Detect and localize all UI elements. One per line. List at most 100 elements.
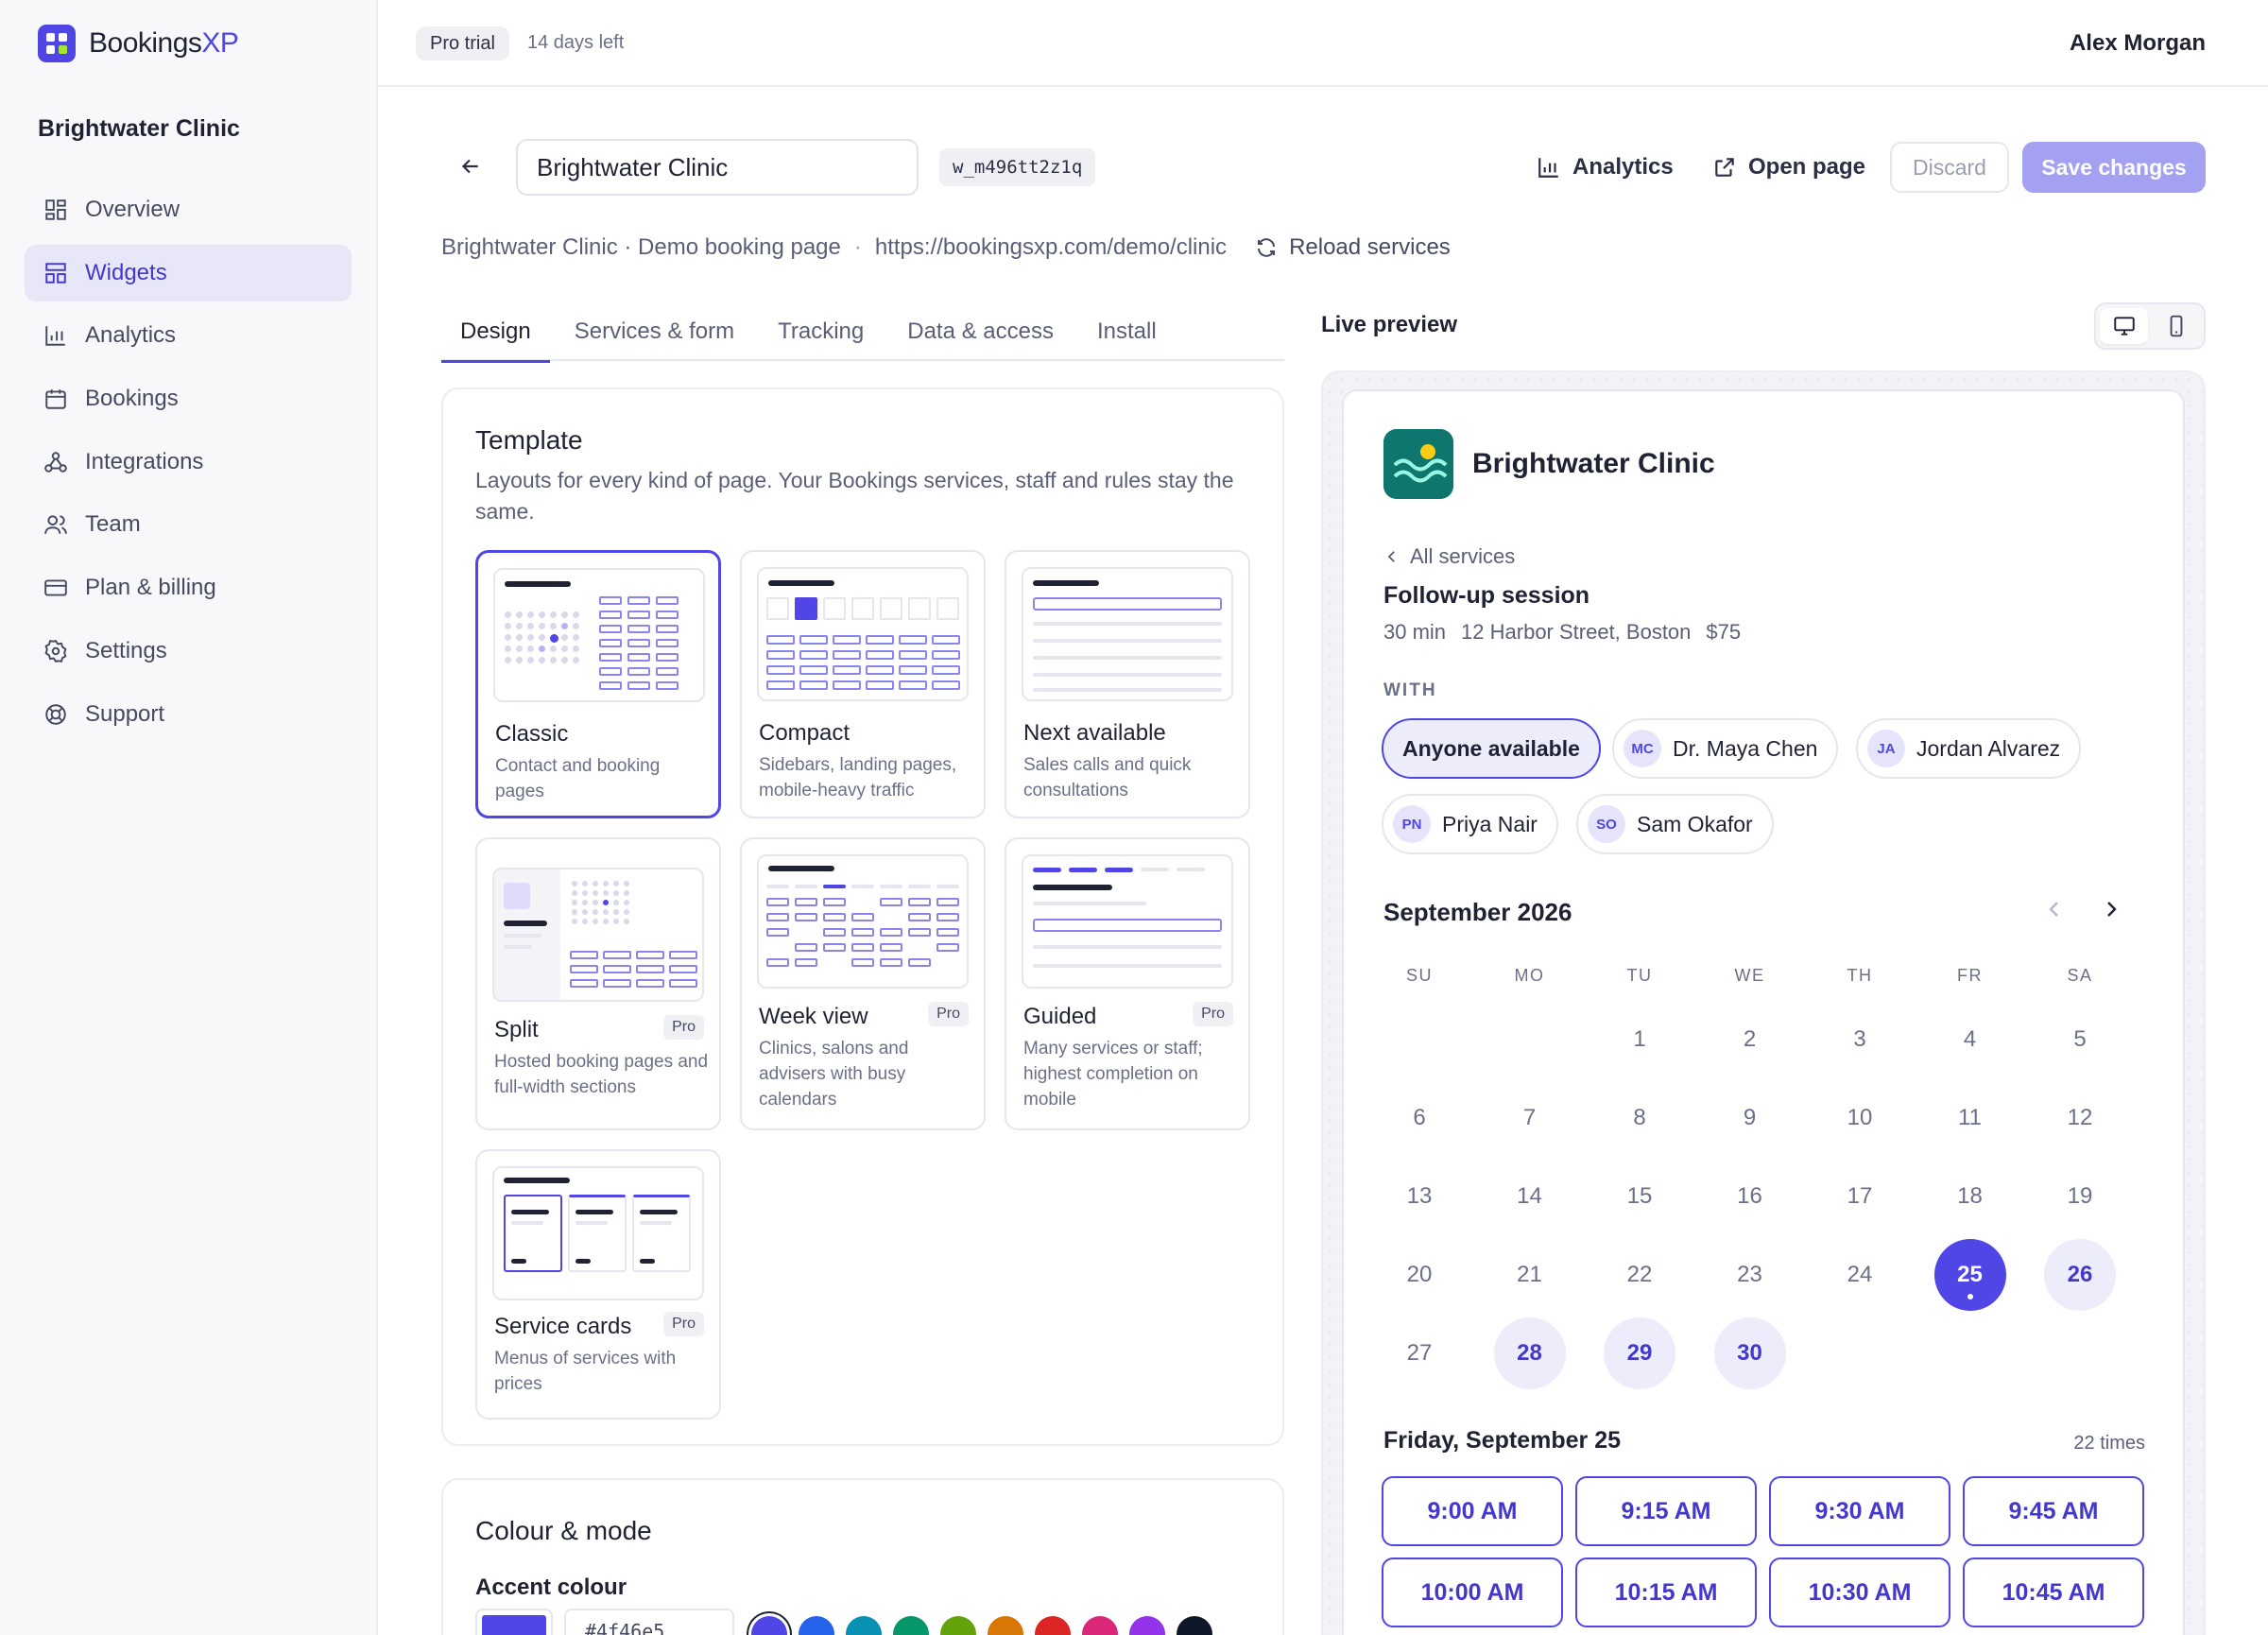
template-description: Contact and booking pages [495, 756, 661, 801]
template-week-view[interactable]: Week view Pro Clinics, salons and advise… [740, 837, 986, 1130]
colour-swatch[interactable] [799, 1616, 834, 1635]
widget-id-badge[interactable]: w_m496tt2z1q [939, 148, 1096, 186]
template-name: Service cards [494, 1314, 632, 1339]
colour-swatch[interactable] [940, 1616, 976, 1635]
sidebar-item-bookings[interactable]: Bookings [25, 370, 352, 427]
sidebar-item-label: Plan & billing [85, 575, 216, 601]
template-classic[interactable]: Classic Contact and booking pages [475, 550, 721, 818]
time-slot-button[interactable]: 9:00 AM [1382, 1476, 1563, 1546]
colour-swatch[interactable] [846, 1616, 882, 1635]
calendar-day[interactable]: 30 [1713, 1317, 1786, 1389]
template-name: Classic [495, 721, 569, 747]
template-name: Next available [1023, 720, 1166, 746]
time-slot-button[interactable]: 9:45 AM [1963, 1476, 2144, 1546]
sidebar-item-widgets[interactable]: Widgets [25, 244, 352, 301]
page-url[interactable]: https://bookingsxp.com/demo/clinic [875, 234, 1227, 261]
time-slot-button[interactable]: 9:15 AM [1575, 1476, 1757, 1546]
widget-subheader: Brightwater Clinic · Demo booking page ·… [441, 234, 1451, 261]
calendar-day: 18 [1957, 1183, 1983, 1209]
time-slot-button[interactable]: 10:45 AM [1963, 1558, 2144, 1627]
chevron-left-icon [1387, 551, 1395, 562]
weekday-label: SU [1405, 966, 1433, 985]
section-title: Colour & mode [475, 1516, 652, 1545]
calendar-day[interactable]: 26 [2044, 1239, 2116, 1311]
template-service-cards[interactable]: Service cards Pro Menus of services with… [475, 1149, 721, 1420]
staff-chip-sam-okafor[interactable]: SO Sam Okafor [1576, 794, 1774, 854]
colour-swatch[interactable] [751, 1616, 787, 1635]
slots-count: 22 times [2073, 1433, 2145, 1454]
sidebar-item-analytics[interactable]: Analytics [25, 307, 352, 364]
tab-data-access[interactable]: Data & access [888, 302, 1073, 361]
analytics-link[interactable]: Analytics [1537, 147, 1674, 187]
sidebar-item-label: Integrations [85, 448, 204, 474]
calendar-day[interactable]: 28 [1493, 1317, 1566, 1389]
users-icon [43, 512, 68, 537]
discard-button[interactable]: Discard [1890, 142, 2009, 193]
colour-swatch[interactable] [988, 1616, 1023, 1635]
sidebar-item-label: Widgets [85, 259, 167, 285]
reload-services-button[interactable]: Reload services [1255, 234, 1451, 261]
bar-chart-icon [43, 323, 68, 348]
tab-services-form[interactable]: Services & form [556, 302, 753, 361]
colour-swatch[interactable] [893, 1616, 929, 1635]
previous-month-button[interactable] [2043, 898, 2066, 927]
calendar-day: 6 [1413, 1105, 1426, 1130]
user-menu[interactable]: Alex Morgan [2070, 30, 2206, 57]
all-services-link[interactable]: All services [1383, 544, 1515, 569]
mobile-preview-button[interactable] [2152, 308, 2200, 344]
calendar-day[interactable]: 29 [1604, 1317, 1675, 1389]
colour-swatch[interactable] [1082, 1616, 1118, 1635]
colour-swatch[interactable] [1129, 1616, 1165, 1635]
trial-badge[interactable]: Pro trial [416, 26, 509, 60]
next-month-button[interactable] [2100, 898, 2122, 927]
time-slot-button[interactable]: 9:30 AM [1769, 1476, 1950, 1546]
staff-chip-maya-chen[interactable]: MC Dr. Maya Chen [1612, 718, 1839, 779]
sidebar-item-settings[interactable]: Settings [25, 623, 352, 680]
back-button[interactable] [448, 144, 493, 189]
sidebar-item-overview[interactable]: Overview [25, 181, 352, 238]
time-slot-button[interactable]: 10:30 AM [1769, 1558, 1950, 1627]
credit-card-icon [43, 576, 68, 600]
tab-design[interactable]: Design [441, 302, 550, 363]
separator: · [853, 234, 862, 260]
template-description: Clinics, salons and advisers with busy c… [759, 1039, 909, 1110]
sidebar-item-support[interactable]: Support [25, 686, 352, 743]
chevron-left-icon [2049, 902, 2058, 917]
brand-logo[interactable]: BookingsXP [38, 25, 239, 62]
avatar: JA [1867, 730, 1905, 767]
widget-name-input[interactable] [516, 139, 919, 196]
sidebar-item-plan-billing[interactable]: Plan & billing [25, 559, 352, 616]
workspace-name[interactable]: Brightwater Clinic [38, 115, 240, 143]
tab-tracking[interactable]: Tracking [759, 302, 883, 361]
calendar-day: 11 [1958, 1105, 1982, 1130]
open-page-link[interactable]: Open page [1712, 147, 1865, 187]
calendar-day: 27 [1406, 1340, 1433, 1366]
template-next-available[interactable]: Next available Sales calls and quick con… [1005, 550, 1250, 818]
accent-colour-picker[interactable] [475, 1609, 553, 1635]
tab-install[interactable]: Install [1078, 302, 1176, 361]
colour-swatch[interactable] [1177, 1616, 1212, 1635]
gear-icon [43, 639, 68, 663]
pro-badge: Pro [663, 1312, 704, 1336]
staff-chip-jordan-alvarez[interactable]: JA Jordan Alvarez [1856, 718, 2082, 779]
template-split[interactable]: Split Pro Hosted booking pages and full-… [475, 837, 721, 1130]
time-slot-button[interactable]: 10:15 AM [1575, 1558, 1757, 1627]
time-slot-button[interactable]: 10:00 AM [1382, 1558, 1563, 1627]
staff-chip-anyone[interactable]: Anyone available [1382, 718, 1601, 779]
accent-hex-input[interactable]: #4f46e5 [564, 1609, 734, 1635]
template-description: Menus of services with prices [494, 1349, 677, 1394]
template-guided[interactable]: Guided Pro Many services or staff; highe… [1005, 837, 1250, 1130]
staff-chip-priya-nair[interactable]: PN Priya Nair [1382, 794, 1558, 854]
calendar-day[interactable]: 25 [1933, 1239, 2006, 1311]
weekday-label: MO [1514, 966, 1545, 985]
calendar-icon [43, 387, 68, 411]
save-button[interactable]: Save changes [2022, 142, 2206, 193]
bar-chart-icon [1538, 158, 1558, 178]
colour-swatch[interactable] [1035, 1616, 1071, 1635]
desktop-preview-button[interactable] [2100, 308, 2148, 344]
sidebar-item-team[interactable]: Team [25, 496, 352, 553]
sidebar-item-integrations[interactable]: Integrations [25, 434, 352, 491]
template-compact[interactable]: Compact Sidebars, landing pages, mobile-… [740, 550, 986, 818]
device-toggle [2094, 302, 2206, 350]
calendar-day: 21 [1517, 1262, 1542, 1287]
